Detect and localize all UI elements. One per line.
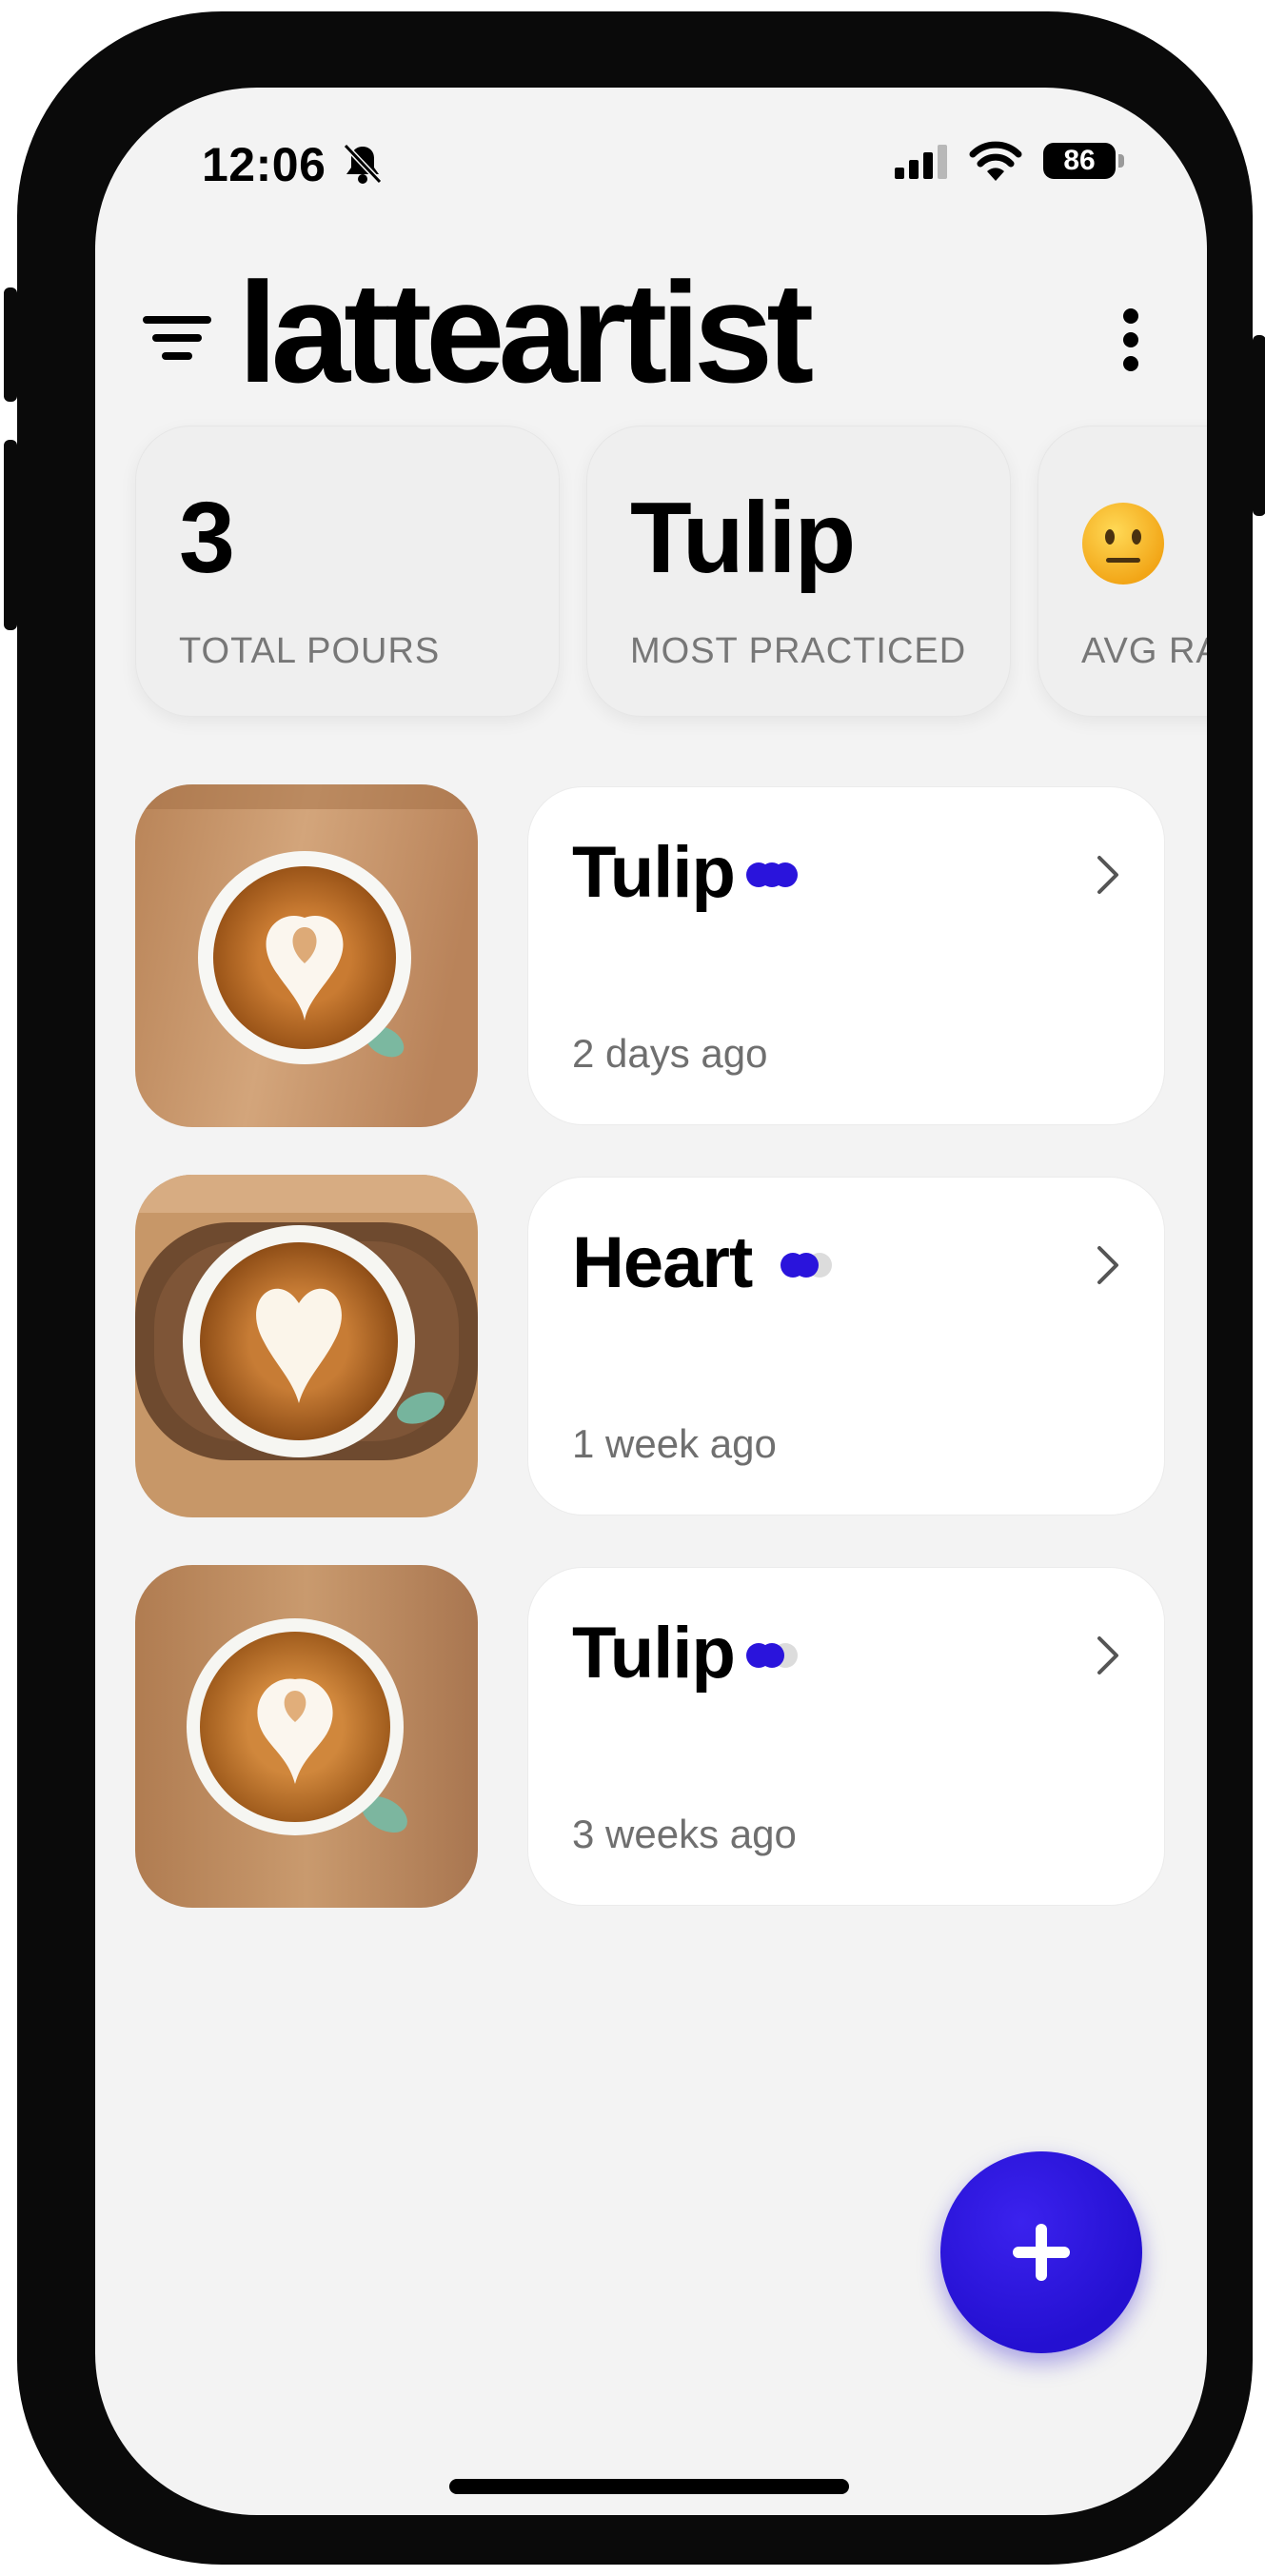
wifi-icon — [969, 141, 1022, 181]
rating-dots — [746, 1643, 798, 1668]
stat-card-total-pours: 3 TOTAL POURS — [135, 426, 560, 717]
rating-dot-filled — [746, 1643, 771, 1668]
pour-card[interactable]: Heart 1 week ago — [527, 1177, 1165, 1516]
rating-dots — [746, 862, 798, 887]
bell-slash-icon — [343, 143, 383, 185]
battery-nub — [1118, 154, 1124, 168]
pour-time: 2 days ago — [572, 1031, 768, 1076]
app-title: latteartist — [238, 252, 814, 412]
rating-dots — [781, 1253, 832, 1278]
power-button — [1253, 335, 1265, 516]
action-button — [4, 287, 17, 402]
neutral-face-icon — [1082, 503, 1164, 585]
menu-filter-icon[interactable] — [143, 316, 211, 360]
stat-value: Tulip — [630, 482, 856, 594]
pour-name: Tulip — [572, 1613, 736, 1694]
chevron-right-icon — [1097, 1636, 1118, 1674]
stat-label: AVG RA — [1081, 631, 1207, 671]
pour-photo[interactable] — [135, 784, 478, 1127]
battery-icon: 86 — [1043, 143, 1116, 179]
pour-time: 1 week ago — [572, 1421, 777, 1466]
pour-photo[interactable] — [135, 1175, 478, 1517]
pour-name: Tulip — [572, 832, 736, 913]
app-screen: 12:06 86 latteartist 3 TOTAL POURS Tulip… — [95, 88, 1207, 2515]
pour-card[interactable]: Tulip 3 weeks ago — [527, 1567, 1165, 1906]
stat-label: MOST PRACTICED — [630, 631, 967, 671]
volume-button — [4, 440, 17, 630]
add-pour-button[interactable] — [940, 2151, 1142, 2353]
more-vertical-icon[interactable] — [1121, 307, 1140, 373]
phone-frame: 12:06 86 latteartist 3 TOTAL POURS Tulip… — [4, 11, 1265, 2565]
stat-card-avg-rating: AVG RA — [1038, 426, 1207, 717]
pour-photo[interactable] — [135, 1565, 478, 1908]
chevron-right-icon — [1097, 1246, 1118, 1284]
stat-card-most-practiced: Tulip MOST PRACTICED — [586, 426, 1011, 717]
stat-label: TOTAL POURS — [179, 631, 441, 671]
pour-name: Heart — [572, 1222, 753, 1303]
home-indicator[interactable] — [449, 2479, 849, 2494]
pour-card[interactable]: Tulip 2 days ago — [527, 786, 1165, 1125]
rating-dot-filled — [746, 862, 771, 887]
stat-value: 3 — [179, 482, 235, 594]
rating-dot-filled — [781, 1253, 805, 1278]
chevron-right-icon — [1097, 856, 1118, 894]
plus-icon — [1013, 2224, 1070, 2281]
signal-icon — [895, 145, 947, 179]
status-time: 12:06 — [202, 138, 326, 191]
pour-time: 3 weeks ago — [572, 1812, 797, 1856]
